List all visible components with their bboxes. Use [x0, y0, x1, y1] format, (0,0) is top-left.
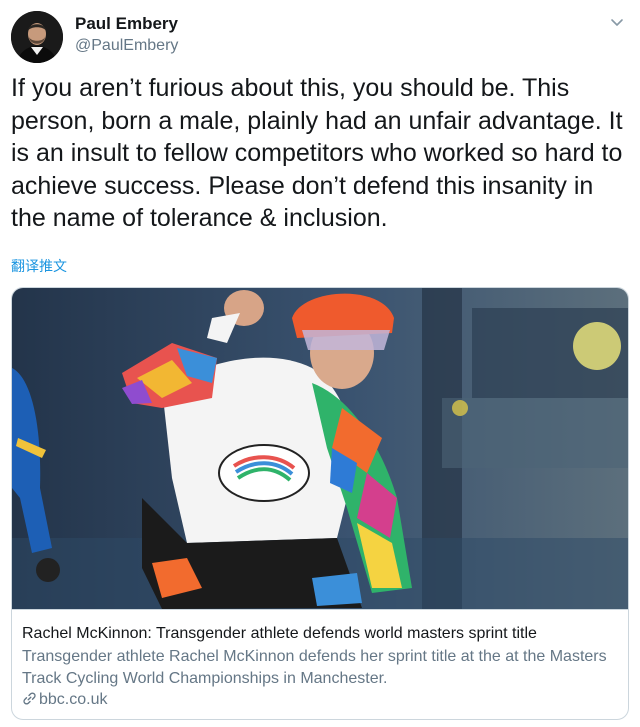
- tweet-text: If you aren’t furious about this, you sh…: [11, 74, 623, 232]
- link-icon: [22, 691, 37, 706]
- author-handle[interactable]: @PaulEmbery: [75, 36, 178, 56]
- tweet: Paul Embery @PaulEmbery If you aren’t fu…: [0, 0, 640, 727]
- card-domain[interactable]: bbc.co.uk: [22, 690, 107, 710]
- author-name[interactable]: Paul Embery: [75, 14, 178, 34]
- card-description: Transgender athlete Rachel McKinnon defe…: [22, 648, 607, 687]
- card-domain-text: bbc.co.uk: [39, 691, 108, 708]
- card-image[interactable]: [12, 288, 628, 610]
- link-card[interactable]: Rachel McKinnon: Transgender athlete def…: [11, 287, 629, 720]
- card-title[interactable]: Rachel McKinnon: Transgender athlete def…: [22, 624, 537, 644]
- chevron-down-icon[interactable]: [608, 14, 626, 32]
- avatar[interactable]: [11, 11, 63, 63]
- translate-tweet-link[interactable]: 翻译推文: [11, 258, 67, 276]
